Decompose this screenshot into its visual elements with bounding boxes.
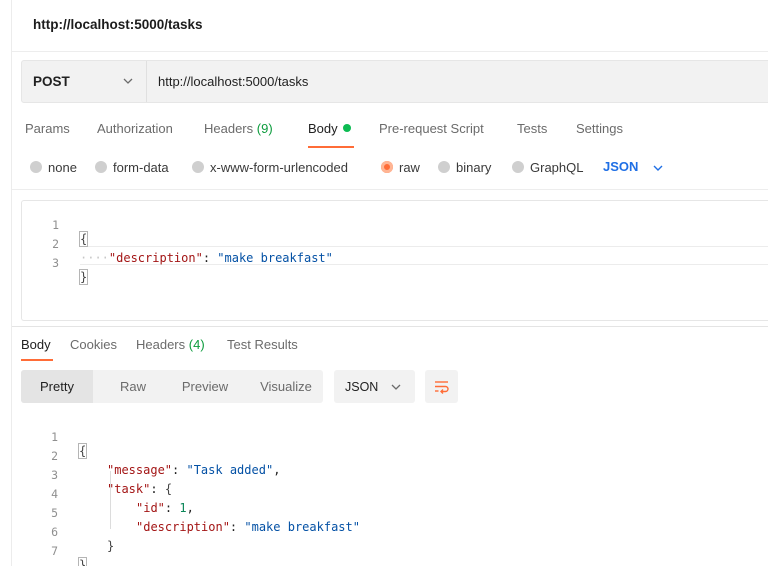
postman-request-panel: http://localhost:5000/tasks POST http://… bbox=[11, 0, 768, 566]
tab-headers[interactable]: Headers (9) bbox=[204, 121, 273, 136]
code-line: 4 "id": 1, bbox=[12, 473, 194, 515]
radio-form-data[interactable] bbox=[95, 161, 107, 173]
response-format-select[interactable]: JSON bbox=[334, 370, 415, 403]
res-headers-count-badge: (4) bbox=[188, 337, 205, 352]
res-tab-test-results[interactable]: Test Results bbox=[227, 337, 298, 352]
chevron-down-icon[interactable] bbox=[652, 162, 664, 174]
mode-form-data[interactable]: form-data bbox=[95, 160, 169, 175]
json-value: 1 bbox=[179, 501, 187, 515]
tab-headers-label: Headers bbox=[204, 121, 254, 136]
mode-urlencoded-label: x-www-form-urlencoded bbox=[210, 160, 348, 175]
body-indicator-dot bbox=[342, 124, 351, 132]
view-pretty[interactable]: Pretty bbox=[21, 370, 93, 403]
tab-authorization[interactable]: Authorization bbox=[97, 121, 173, 136]
request-title-bar: http://localhost:5000/tasks bbox=[12, 0, 768, 52]
json-key: "id" bbox=[136, 501, 165, 515]
close-brace: } bbox=[78, 269, 89, 285]
code-text: ····"description": "make breakfast" bbox=[80, 251, 333, 265]
response-tabs: Body Cookies Headers (4) Test Results bbox=[12, 334, 768, 358]
res-tab-body[interactable]: Body bbox=[21, 337, 51, 352]
mode-binary[interactable]: binary bbox=[438, 160, 491, 175]
method-select[interactable]: POST bbox=[22, 61, 147, 102]
mode-form-data-label: form-data bbox=[113, 160, 169, 175]
close-brace: } bbox=[107, 539, 115, 553]
code-line: 2 ····"description": "make breakfast" bbox=[22, 223, 333, 265]
tab-pre-request-script[interactable]: Pre-request Script bbox=[379, 121, 484, 136]
json-value: "Task added" bbox=[186, 463, 274, 477]
mode-graphql-label: GraphQL bbox=[530, 160, 584, 175]
active-tab-indicator bbox=[308, 146, 354, 148]
json-colon: : bbox=[202, 251, 218, 265]
indent-guide bbox=[110, 471, 111, 529]
active-tab-indicator bbox=[21, 359, 53, 361]
request-title[interactable]: http://localhost:5000/tasks bbox=[33, 17, 203, 32]
divider bbox=[12, 326, 768, 327]
json-key: "task" bbox=[107, 482, 151, 496]
url-input[interactable]: http://localhost:5000/tasks bbox=[158, 74, 308, 89]
json-value: "make breakfast" bbox=[244, 520, 360, 534]
code-line: 3 "task": { bbox=[12, 454, 172, 496]
mode-none-label: none bbox=[48, 160, 77, 175]
divider bbox=[12, 189, 768, 190]
json-key: "message" bbox=[107, 463, 173, 477]
body-format-select[interactable]: JSON bbox=[603, 159, 638, 174]
code-line: 3 } bbox=[22, 242, 89, 285]
code-line: 7 } bbox=[12, 530, 88, 566]
response-format-label: JSON bbox=[345, 380, 379, 394]
method-label: POST bbox=[33, 74, 70, 89]
body-mode-selector: none form-data x-www-form-urlencoded raw… bbox=[12, 158, 768, 180]
res-tab-headers[interactable]: Headers (4) bbox=[136, 337, 205, 352]
tab-body-label: Body bbox=[308, 121, 338, 136]
open-brace: { bbox=[164, 482, 173, 496]
mode-raw-label: raw bbox=[399, 160, 420, 175]
view-preview[interactable]: Preview bbox=[168, 370, 242, 403]
mode-urlencoded[interactable]: x-www-form-urlencoded bbox=[192, 160, 348, 175]
radio-binary[interactable] bbox=[438, 161, 450, 173]
json-key: "description" bbox=[136, 520, 230, 534]
tab-settings[interactable]: Settings bbox=[576, 121, 623, 136]
chevron-down-icon bbox=[391, 384, 401, 390]
code-line: 1 { bbox=[12, 416, 88, 459]
open-brace: { bbox=[77, 443, 88, 459]
radio-none[interactable] bbox=[30, 161, 42, 173]
close-brace: } bbox=[77, 557, 88, 566]
res-tab-cookies[interactable]: Cookies bbox=[70, 337, 117, 352]
view-mode-tabs: Pretty Raw Preview Visualize bbox=[21, 370, 323, 403]
radio-urlencoded[interactable] bbox=[192, 161, 204, 173]
res-tab-headers-label: Headers bbox=[136, 337, 186, 352]
mode-raw[interactable]: raw bbox=[381, 160, 420, 175]
code-text: "task": { bbox=[107, 482, 173, 496]
chevron-down-icon bbox=[123, 78, 133, 84]
json-key: "description" bbox=[108, 251, 203, 265]
code-line: 1 { bbox=[22, 204, 89, 247]
mode-none[interactable]: none bbox=[30, 160, 77, 175]
request-body-editor[interactable]: 1 { 2 ····"description": "make breakfast… bbox=[21, 200, 768, 321]
code-text: "id": 1, bbox=[136, 501, 194, 515]
tab-params[interactable]: Params bbox=[25, 121, 70, 136]
view-raw[interactable]: Raw bbox=[105, 370, 161, 403]
view-visualize[interactable]: Visualize bbox=[249, 370, 323, 403]
mode-binary-label: binary bbox=[456, 160, 492, 175]
word-wrap-icon bbox=[435, 381, 449, 394]
code-text: "message": "Task added", bbox=[107, 463, 281, 477]
headers-count-badge: (9) bbox=[256, 121, 273, 136]
json-value: "make breakfast" bbox=[217, 251, 333, 265]
line-number: 7 bbox=[51, 544, 58, 558]
code-text: "description": "make breakfast" bbox=[136, 520, 360, 534]
code-line: 6 } bbox=[12, 511, 114, 553]
indent-dots: ···· bbox=[80, 251, 109, 265]
open-brace: { bbox=[78, 231, 89, 247]
tab-body[interactable]: Body bbox=[308, 121, 351, 136]
radio-raw-selected[interactable] bbox=[381, 161, 393, 173]
response-body-viewer[interactable]: 1 { 2 "message": "Task added", 3 "task":… bbox=[12, 414, 768, 566]
url-bar: POST http://localhost:5000/tasks bbox=[21, 60, 768, 103]
tab-tests[interactable]: Tests bbox=[517, 121, 547, 136]
word-wrap-button[interactable] bbox=[425, 370, 458, 403]
line-number: 3 bbox=[52, 256, 59, 270]
code-line: 5 "description": "make breakfast" bbox=[12, 492, 360, 534]
request-tabs: Params Authorization Headers (9) Body Pr… bbox=[12, 118, 768, 144]
code-line: 2 "message": "Task added", bbox=[12, 435, 280, 477]
radio-graphql[interactable] bbox=[512, 161, 524, 173]
mode-graphql[interactable]: GraphQL bbox=[512, 160, 583, 175]
